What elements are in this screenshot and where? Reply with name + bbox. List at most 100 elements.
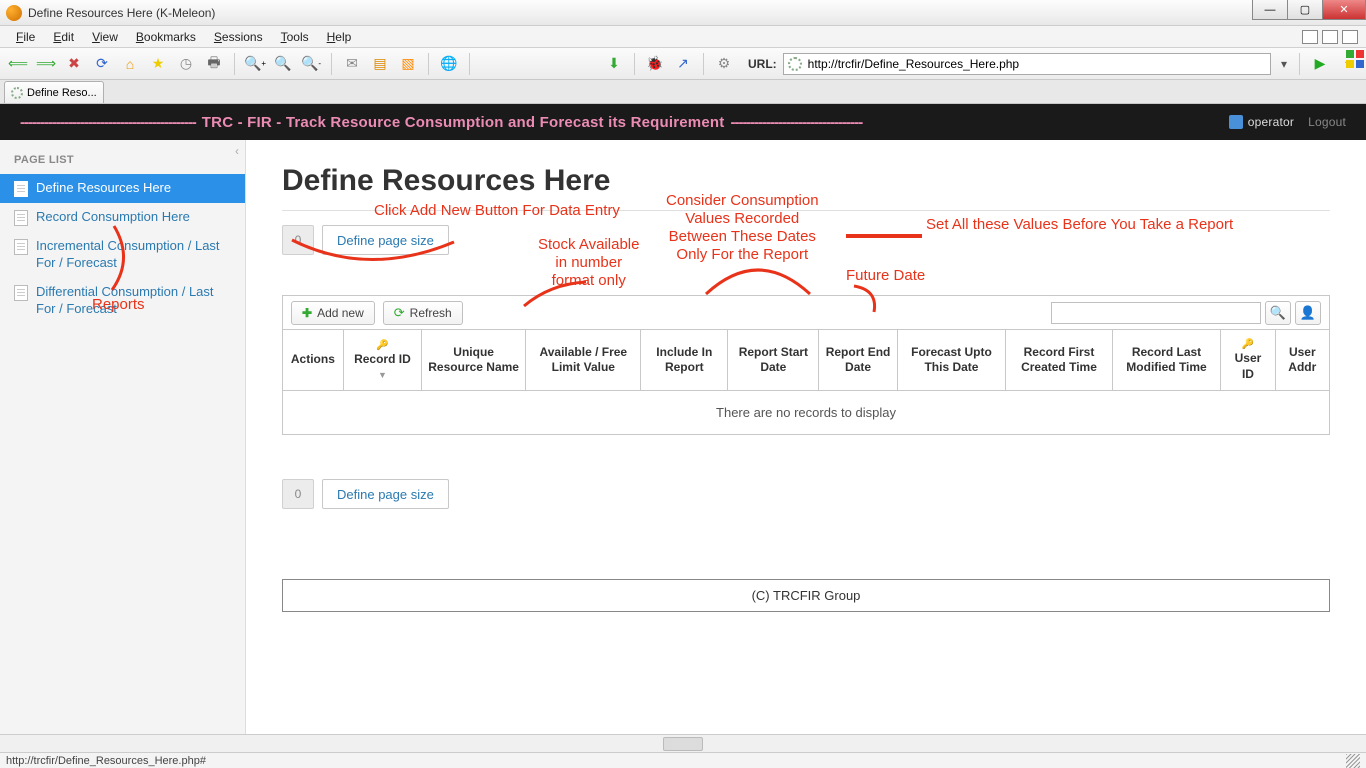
scrollbar-thumb[interactable] [663, 737, 703, 751]
panel-icon-2[interactable] [1322, 30, 1338, 44]
stop-button[interactable]: ✖ [62, 52, 86, 76]
define-page-size-button-bottom[interactable]: Define page size [322, 479, 449, 509]
menu-file[interactable]: File [8, 28, 43, 46]
sidebar-item-record-consumption[interactable]: Record Consumption Here [0, 203, 245, 232]
page-title: Define Resources Here [282, 164, 1330, 198]
globe-button[interactable]: 🌐 [437, 52, 461, 76]
search-button[interactable]: 🔍 [1265, 301, 1291, 325]
menu-right-icons [1302, 30, 1358, 44]
data-table: Actions 🔑Record ID▼ Unique Resource Name… [282, 329, 1330, 435]
url-box[interactable] [783, 53, 1271, 75]
refresh-button[interactable]: ⟳Refresh [383, 301, 463, 325]
menu-view[interactable]: View [84, 28, 126, 46]
advanced-search-button[interactable]: 👤 [1295, 301, 1321, 325]
empty-message: There are no records to display [283, 391, 1330, 435]
menu-bookmarks[interactable]: Bookmarks [128, 28, 204, 46]
page-count-badge: 0 [282, 225, 314, 255]
app-header-title: TRC - FIR - Track Resource Consumption a… [202, 114, 725, 131]
share-button[interactable]: ↗ [671, 52, 695, 76]
app-header: ----------------------------------------… [0, 104, 1366, 140]
username-label: operator [1248, 115, 1294, 129]
page-icon [14, 239, 28, 255]
col-report-start[interactable]: Report Start Date [728, 330, 819, 391]
loading-icon [788, 57, 802, 71]
col-report-end[interactable]: Report End Date [819, 330, 897, 391]
forward-button[interactable]: ⟹ [34, 52, 58, 76]
refresh-icon: ⟳ [394, 305, 405, 321]
tab-loading-icon [11, 87, 23, 99]
print-button[interactable]: 🖶 [202, 52, 226, 76]
header-dashes-right: --------------------------------- [730, 114, 862, 131]
logout-link[interactable]: Logout [1308, 115, 1346, 129]
col-actions[interactable]: Actions [283, 330, 344, 391]
sidebar-item-label: Differential Consumption / Last For / Fo… [36, 284, 231, 318]
page-icon [14, 285, 28, 301]
window-minimize-button[interactable]: — [1252, 0, 1288, 20]
settings-button[interactable]: ⚙ [712, 52, 736, 76]
reload-button[interactable]: ⟳ [90, 52, 114, 76]
zoom-in-button[interactable]: 🔍+ [243, 52, 267, 76]
col-modified[interactable]: Record Last Modified Time [1112, 330, 1221, 391]
col-resource-name[interactable]: Unique Resource Name [422, 330, 526, 391]
sidebar-heading: PAGE LIST [0, 150, 245, 174]
go-button[interactable]: ▶ [1308, 52, 1332, 76]
rss-button[interactable]: ▧ [396, 52, 420, 76]
tab-label: Define Reso... [27, 87, 97, 99]
extension-icon[interactable] [1346, 50, 1364, 68]
sidebar-item-label: Record Consumption Here [36, 209, 190, 226]
user-badge[interactable]: operator [1229, 115, 1294, 129]
page-count-badge-bottom: 0 [282, 479, 314, 509]
home-button[interactable]: ⌂ [118, 52, 142, 76]
sidebar-item-label: Define Resources Here [36, 180, 171, 197]
window-titlebar: Define Resources Here (K-Meleon) — ▢ ✕ [0, 0, 1366, 26]
status-bar: http://trcfir/Define_Resources_Here.php# [0, 752, 1366, 768]
window-maximize-button[interactable]: ▢ [1287, 0, 1323, 20]
zoom-out-button[interactable]: 🔍- [299, 52, 323, 76]
bug-button[interactable]: 🐞 [643, 52, 667, 76]
content-area: Define Resources Here Click Add New Butt… [246, 140, 1366, 734]
menu-help[interactable]: Help [319, 28, 360, 46]
col-record-id[interactable]: 🔑Record ID▼ [343, 330, 421, 391]
menu-edit[interactable]: Edit [45, 28, 82, 46]
annotation-future: Future Date [846, 267, 925, 285]
horizontal-scrollbar[interactable] [0, 734, 1366, 752]
add-new-label: Add new [317, 306, 364, 320]
menu-bar: File Edit View Bookmarks Sessions Tools … [0, 26, 1366, 48]
col-created[interactable]: Record First Created Time [1006, 330, 1112, 391]
col-forecast[interactable]: Forecast Upto This Date [897, 330, 1006, 391]
sidebar-item-incremental[interactable]: Incremental Consumption / Last For / For… [0, 232, 245, 278]
sidebar-collapse-button[interactable]: ‹ [235, 144, 239, 158]
search-input[interactable] [1051, 302, 1261, 324]
notes-button[interactable]: ▤ [368, 52, 392, 76]
menu-sessions[interactable]: Sessions [206, 28, 271, 46]
define-page-size-button[interactable]: Define page size [322, 225, 449, 255]
favorites-button[interactable]: ★ [146, 52, 170, 76]
download-button[interactable]: ⬇ [602, 52, 626, 76]
browser-toolbar: ⟸ ⟹ ✖ ⟳ ⌂ ★ ◷ 🖶 🔍+ 🔍 🔍- ✉ ▤ ▧ 🌐 ⬇ 🐞 ↗ ⚙ … [0, 48, 1366, 80]
sidebar-item-define-resources[interactable]: Define Resources Here [0, 174, 245, 203]
col-user-id[interactable]: 🔑User ID [1221, 330, 1275, 391]
window-title: Define Resources Here (K-Meleon) [28, 6, 215, 20]
window-close-button[interactable]: ✕ [1322, 0, 1366, 20]
page-icon [14, 181, 28, 197]
back-button[interactable]: ⟸ [6, 52, 30, 76]
panel-icon-1[interactable] [1302, 30, 1318, 44]
mail-button[interactable]: ✉ [340, 52, 364, 76]
sidebar: ‹ PAGE LIST Define Resources Here Record… [0, 140, 246, 734]
url-input[interactable] [808, 57, 1266, 71]
page-icon [14, 210, 28, 226]
col-available[interactable]: Available / Free Limit Value [526, 330, 641, 391]
add-new-button[interactable]: ✚Add new [291, 301, 375, 325]
menu-tools[interactable]: Tools [273, 28, 317, 46]
url-dropdown[interactable]: ▾ [1277, 57, 1291, 71]
panel-icon-3[interactable] [1342, 30, 1358, 44]
zoom-reset-button[interactable]: 🔍 [271, 52, 295, 76]
resize-grip[interactable] [1346, 754, 1360, 768]
col-user-addr[interactable]: User Addr [1275, 330, 1329, 391]
col-include-report[interactable]: Include In Report [641, 330, 728, 391]
tab-strip: Define Reso... [0, 80, 1366, 104]
avatar-icon [1229, 115, 1243, 129]
sidebar-item-differential[interactable]: Differential Consumption / Last For / Fo… [0, 278, 245, 324]
history-button[interactable]: ◷ [174, 52, 198, 76]
browser-tab[interactable]: Define Reso... [4, 81, 104, 103]
